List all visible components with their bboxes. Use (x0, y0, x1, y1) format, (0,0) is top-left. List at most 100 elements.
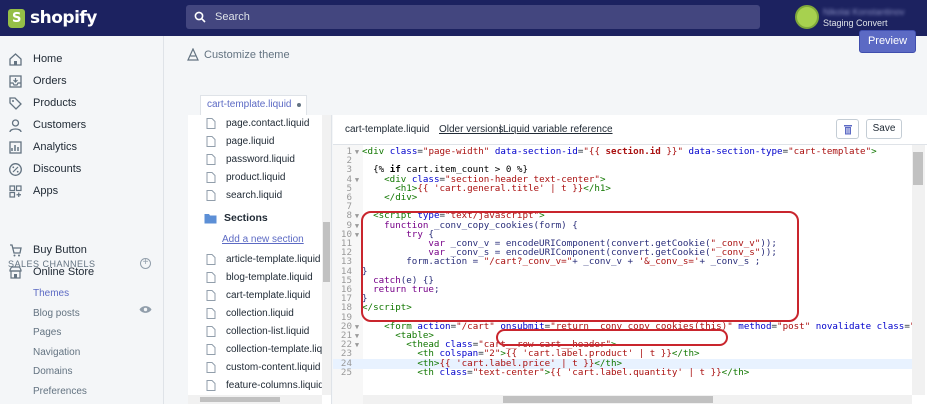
file-icon (206, 344, 216, 355)
sidebar-item-analytics[interactable]: Analytics (8, 137, 77, 157)
file-label: page.contact.liquid (226, 118, 310, 129)
sidebar-item-discounts[interactable]: Discounts (8, 159, 81, 179)
top-bar: shopify Search Nikolai Konstantinov Stag… (0, 0, 927, 36)
editor-header: cart-template.liquid Older versions | Li… (333, 115, 927, 145)
code-line[interactable]: 25 <th class="text-center">{{ 'cart.labe… (333, 366, 913, 378)
file-item[interactable]: feature-columns.liquid (206, 380, 324, 391)
file-icon (206, 254, 216, 265)
sidebar-item-products[interactable]: Products (8, 93, 76, 113)
customize-theme-link[interactable]: Customize theme (186, 48, 290, 62)
file-tree-hscroll-thumb[interactable] (200, 397, 280, 402)
apps-icon (9, 184, 22, 198)
file-icon (206, 362, 216, 373)
code-editor[interactable]: 1 ▼ <div class="page-width" data-section-i… (333, 145, 927, 404)
orders-icon (9, 74, 22, 88)
sidebar-item-buy-button[interactable]: Buy Button (8, 240, 87, 260)
sidebar-subitem-pages[interactable]: Pages (33, 327, 61, 338)
tab-cart-template[interactable]: cart-template.liquid (200, 95, 307, 115)
sidebar-subitem-domains[interactable]: Domains (33, 366, 72, 377)
file-tree: page.contact.liquid page.liquid password… (188, 115, 332, 404)
search-placeholder: Search (215, 11, 250, 23)
sidebar-subitem-themes[interactable]: Themes (33, 288, 69, 299)
file-item[interactable]: custom-content.liquid (206, 362, 321, 373)
editor-filename: cart-template.liquid (345, 124, 430, 135)
file-icon (206, 190, 216, 201)
customize-icon (187, 48, 199, 61)
file-label: feature-columns.liquid (226, 380, 324, 391)
delete-button[interactable] (836, 119, 859, 139)
sidebar-item-label: Analytics (33, 141, 78, 153)
avatar (795, 5, 819, 29)
file-icon (206, 172, 216, 183)
buy-button-icon (10, 243, 22, 256)
file-icon (206, 272, 216, 283)
code-hscroll-thumb[interactable] (503, 396, 713, 403)
search-input[interactable]: Search (186, 5, 760, 29)
file-item[interactable]: page.contact.liquid (206, 118, 309, 129)
user-menu[interactable]: Nikolai Konstantinov Staging Convert (795, 5, 905, 29)
file-icon (206, 326, 216, 337)
file-label: article-template.liquid (226, 254, 321, 265)
file-item[interactable]: collection-list.liquid (206, 326, 309, 337)
file-tree-scroll-thumb[interactable] (323, 222, 330, 282)
customize-label: Customize theme (204, 49, 290, 61)
discount-icon (9, 162, 22, 176)
home-icon (9, 52, 22, 66)
folder-icon (204, 213, 217, 223)
file-label: collection.liquid (226, 308, 294, 319)
sections-label: Sections (224, 212, 268, 224)
file-item[interactable]: page.liquid (206, 136, 274, 147)
sections-folder[interactable]: Sections (204, 212, 268, 224)
file-icon (206, 308, 216, 319)
file-item[interactable]: collection.liquid (206, 308, 294, 319)
add-section-link[interactable]: Add a new section (222, 234, 304, 245)
eye-icon[interactable] (139, 305, 152, 314)
file-item[interactable]: collection-template.liquid (206, 344, 332, 355)
file-label: cart-template.liquid (226, 290, 311, 301)
store-icon (9, 265, 22, 279)
add-channel-icon[interactable]: + (140, 258, 151, 269)
sidebar-subitem-blog-posts[interactable]: Blog posts (33, 308, 80, 319)
sidebar-item-orders[interactable]: Orders (8, 71, 67, 91)
file-label: search.liquid (226, 190, 283, 201)
file-item[interactable]: product.liquid (206, 172, 285, 183)
sidebar-item-customers[interactable]: Customers (8, 115, 86, 135)
file-item[interactable]: password.liquid (206, 154, 295, 165)
file-item[interactable]: article-template.liquid (206, 254, 321, 265)
file-label: collection-list.liquid (226, 326, 310, 337)
sidebar-subitem-preferences[interactable]: Preferences (33, 386, 87, 397)
logo-text: shopify (30, 8, 97, 28)
file-icon (206, 118, 216, 129)
search-icon (194, 11, 206, 23)
tab-label: cart-template.liquid (207, 99, 292, 110)
file-label: blog-template.liquid (226, 272, 313, 283)
code-vscroll-thumb[interactable] (913, 152, 923, 185)
sidebar-item-label: Apps (33, 185, 59, 197)
sidebar-item-apps[interactable]: Apps (8, 181, 58, 201)
file-item[interactable]: cart-template.liquid (206, 290, 310, 301)
older-versions-link[interactable]: Older versions (439, 124, 503, 135)
unsaved-dot-icon (297, 103, 301, 107)
liquid-reference-link[interactable]: Liquid variable reference (503, 124, 613, 135)
file-item[interactable]: search.liquid (206, 190, 282, 201)
sidebar-subitem-navigation[interactable]: Navigation (33, 347, 80, 358)
sidebar-item-label: Discounts (33, 163, 82, 175)
sidebar-item-home[interactable]: Home (8, 49, 62, 69)
sidebar-item-label: Online Store (33, 266, 95, 278)
person-icon (9, 118, 22, 132)
sidebar-item-online-store[interactable]: Online Store (8, 262, 94, 282)
file-icon (206, 154, 216, 165)
tag-icon (9, 96, 22, 110)
save-button[interactable]: Save (866, 119, 902, 139)
trash-icon (843, 124, 852, 134)
file-item[interactable]: blog-template.liquid (206, 272, 313, 283)
file-label: collection-template.liquid (226, 344, 332, 355)
sidebar: Home Orders Products Customers Analytics… (0, 36, 164, 404)
shopify-logo[interactable]: shopify (8, 8, 97, 28)
code-text: <th class="text-center">{{ 'cart.label.q… (417, 366, 750, 378)
analytics-icon (9, 140, 22, 154)
sidebar-item-label: Home (33, 53, 63, 65)
sidebar-item-label: Orders (33, 75, 67, 87)
user-name: Nikolai Konstantinov (823, 6, 905, 17)
preview-button[interactable]: Preview (859, 30, 916, 53)
